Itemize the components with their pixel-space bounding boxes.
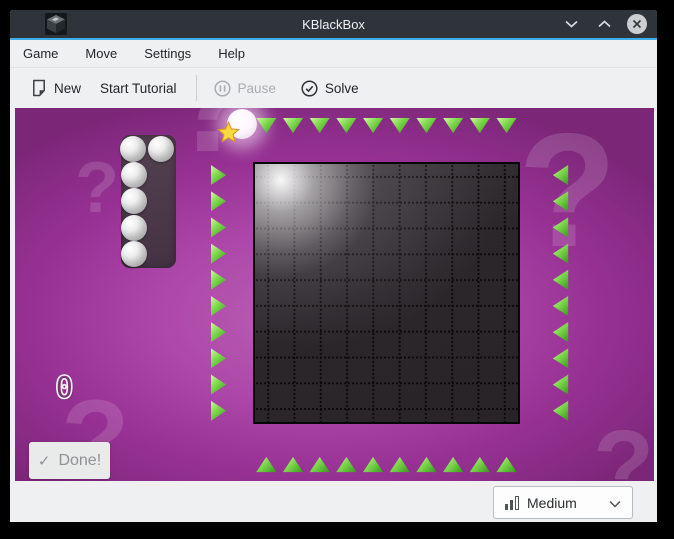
laser-arrow-bottom[interactable]: [469, 456, 490, 473]
laser-arrow-top[interactable]: [363, 117, 384, 134]
laser-arrow-left[interactable]: [210, 165, 227, 186]
pause-button-label: Pause: [237, 80, 276, 96]
laser-arrow-top[interactable]: [443, 117, 464, 134]
dispenser-ball[interactable]: [121, 215, 147, 241]
toolbar: New Start Tutorial Pause Solve: [10, 67, 657, 108]
new-button[interactable]: New: [31, 79, 81, 97]
laser-arrow-top[interactable]: [389, 117, 410, 134]
kblackbox-window: KBlackBox Game Move Settings Help New St…: [10, 10, 657, 522]
menu-help[interactable]: Help: [218, 46, 245, 61]
solve-check-icon: [301, 79, 318, 97]
dispenser-ball[interactable]: [121, 188, 147, 214]
laser-arrow-right[interactable]: [552, 295, 569, 317]
new-document-icon: [33, 79, 45, 97]
laser-arrow-right[interactable]: [552, 269, 569, 290]
new-button-label: New: [54, 80, 82, 96]
laser-arrow-bottom[interactable]: [256, 456, 277, 473]
laser-arrow-top[interactable]: [496, 117, 517, 134]
chevron-down-icon: [609, 495, 621, 511]
difficulty-value: Medium: [527, 494, 577, 511]
dispenser-ball[interactable]: [121, 241, 147, 267]
laser-arrow-top[interactable]: [336, 117, 357, 134]
window-title: KBlackBox: [302, 16, 365, 32]
star-icon: [217, 121, 240, 143]
laser-arrow-bottom[interactable]: [363, 456, 384, 473]
question-mark-decoration: ?: [593, 410, 654, 481]
laser-arrow-left[interactable]: [210, 374, 227, 395]
laser-arrow-left[interactable]: [210, 400, 227, 421]
laser-arrow-top[interactable]: [282, 117, 304, 134]
question-mark-decoration: ?: [75, 148, 119, 228]
laser-arrow-top[interactable]: [416, 117, 437, 134]
laser-arrow-bottom[interactable]: [309, 456, 330, 473]
menu-settings[interactable]: Settings: [144, 46, 191, 61]
start-tutorial-button[interactable]: Start Tutorial: [100, 81, 177, 96]
laser-arrow-left[interactable]: [210, 348, 227, 369]
titlebar: KBlackBox: [10, 10, 657, 38]
done-button[interactable]: ✓ Done!: [29, 442, 110, 479]
game-area-frame: ? ? ? ? ?: [10, 108, 657, 481]
dispenser-ball[interactable]: [148, 136, 174, 162]
solve-button[interactable]: Solve: [301, 79, 359, 97]
menu-game[interactable]: Game: [23, 46, 58, 61]
laser-arrow-left[interactable]: [210, 322, 227, 343]
laser-arrow-bottom[interactable]: [282, 456, 304, 473]
laser-arrow-top[interactable]: [469, 117, 490, 134]
window-controls: [561, 10, 647, 38]
laser-arrow-bottom[interactable]: [496, 456, 517, 473]
laser-arrow-right[interactable]: [552, 243, 569, 264]
maximize-icon[interactable]: [594, 14, 614, 34]
done-button-label: Done!: [58, 451, 102, 469]
game-canvas: ? ? ? ? ?: [15, 108, 654, 481]
minimize-icon[interactable]: [561, 14, 581, 34]
laser-arrow-bottom[interactable]: [389, 456, 410, 473]
balls-left-counter: 0: [54, 369, 74, 407]
statusbar: Medium: [10, 481, 657, 522]
laser-arrow-top[interactable]: [256, 117, 277, 134]
laser-column-right: [552, 162, 569, 424]
check-icon: ✓: [37, 452, 51, 470]
laser-column-left: [210, 162, 227, 424]
laser-arrow-left[interactable]: [210, 295, 227, 317]
difficulty-bars-icon: [505, 495, 519, 510]
menu-move[interactable]: Move: [85, 46, 117, 61]
pause-icon: [213, 79, 231, 97]
laser-arrow-bottom[interactable]: [416, 456, 437, 473]
laser-arrow-right[interactable]: [552, 322, 569, 343]
laser-arrow-right[interactable]: [552, 165, 569, 186]
difficulty-combobox[interactable]: Medium: [493, 486, 633, 519]
blackbox-board[interactable]: [253, 162, 520, 424]
ball-dispenser: [120, 135, 176, 268]
laser-arrow-left[interactable]: [210, 243, 227, 264]
laser-arrow-right[interactable]: [552, 400, 569, 421]
laser-arrow-bottom[interactable]: [336, 456, 357, 473]
laser-arrow-top[interactable]: [309, 117, 330, 134]
dispenser-ball[interactable]: [121, 162, 147, 188]
dispenser-ball[interactable]: [120, 136, 146, 162]
pause-button[interactable]: Pause: [213, 79, 276, 97]
laser-arrow-right[interactable]: [552, 374, 569, 395]
laser-arrow-bottom[interactable]: [443, 456, 464, 473]
laser-arrow-right[interactable]: [552, 348, 569, 369]
start-tutorial-label: Start Tutorial: [100, 80, 177, 96]
close-icon[interactable]: [627, 14, 647, 34]
laser-arrow-right[interactable]: [552, 217, 569, 238]
laser-arrow-right[interactable]: [552, 191, 569, 212]
laser-arrow-left[interactable]: [210, 217, 227, 238]
laser-row-top: [253, 117, 520, 134]
solve-button-label: Solve: [324, 80, 359, 96]
toolbar-separator: [195, 75, 197, 101]
laser-arrow-left[interactable]: [210, 191, 227, 212]
laser-row-bottom: [253, 456, 520, 473]
menubar: Game Move Settings Help: [10, 40, 657, 67]
laser-arrow-left[interactable]: [210, 269, 227, 290]
